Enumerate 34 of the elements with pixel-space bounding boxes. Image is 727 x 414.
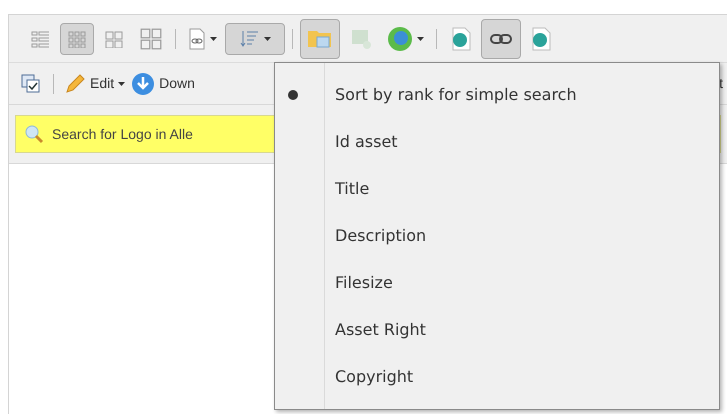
caret-icon [210,36,217,40]
sort-menu-item[interactable]: Asset Right [325,306,719,353]
sort-menu-item[interactable]: Id asset [325,118,719,165]
caret-icon [264,36,270,40]
sort-button[interactable] [225,22,285,54]
download-icon [131,72,156,96]
caret-icon [417,36,424,40]
pencil-icon [64,72,86,94]
sort-menu-item[interactable]: Description [325,212,719,259]
globe-document-icon [530,26,552,50]
view-grid-icon [140,28,162,50]
view-mode-button[interactable] [60,22,94,54]
sort-menu-item[interactable]: Title [325,165,719,212]
search-icon [24,124,44,144]
sort-menu-item[interactable]: Sort by rank for simple search [325,71,719,118]
search-banner-text: Search for Logo in Alle [52,124,193,144]
toolbar-label: t [719,74,723,93]
globe-document-icon [450,26,472,50]
folder-button[interactable] [300,18,340,58]
link-button[interactable] [481,18,521,58]
sort-menu-item[interactable]: Filesize [325,259,719,306]
view-grid-icon [31,30,49,48]
link-icon [490,32,512,44]
sort-icon [240,28,260,48]
link-document-icon [188,28,206,50]
view-grid-icon [105,30,123,48]
edit-button[interactable]: Edit [64,72,126,94]
view-grid-icon [68,30,86,48]
checkbox-stack-icon [21,74,41,94]
sort-menu-item[interactable]: Copyright [325,353,719,400]
globe-icon [387,26,413,52]
caret-icon [118,82,126,86]
download-button[interactable]: Down [131,72,195,96]
image-icon [350,28,372,50]
